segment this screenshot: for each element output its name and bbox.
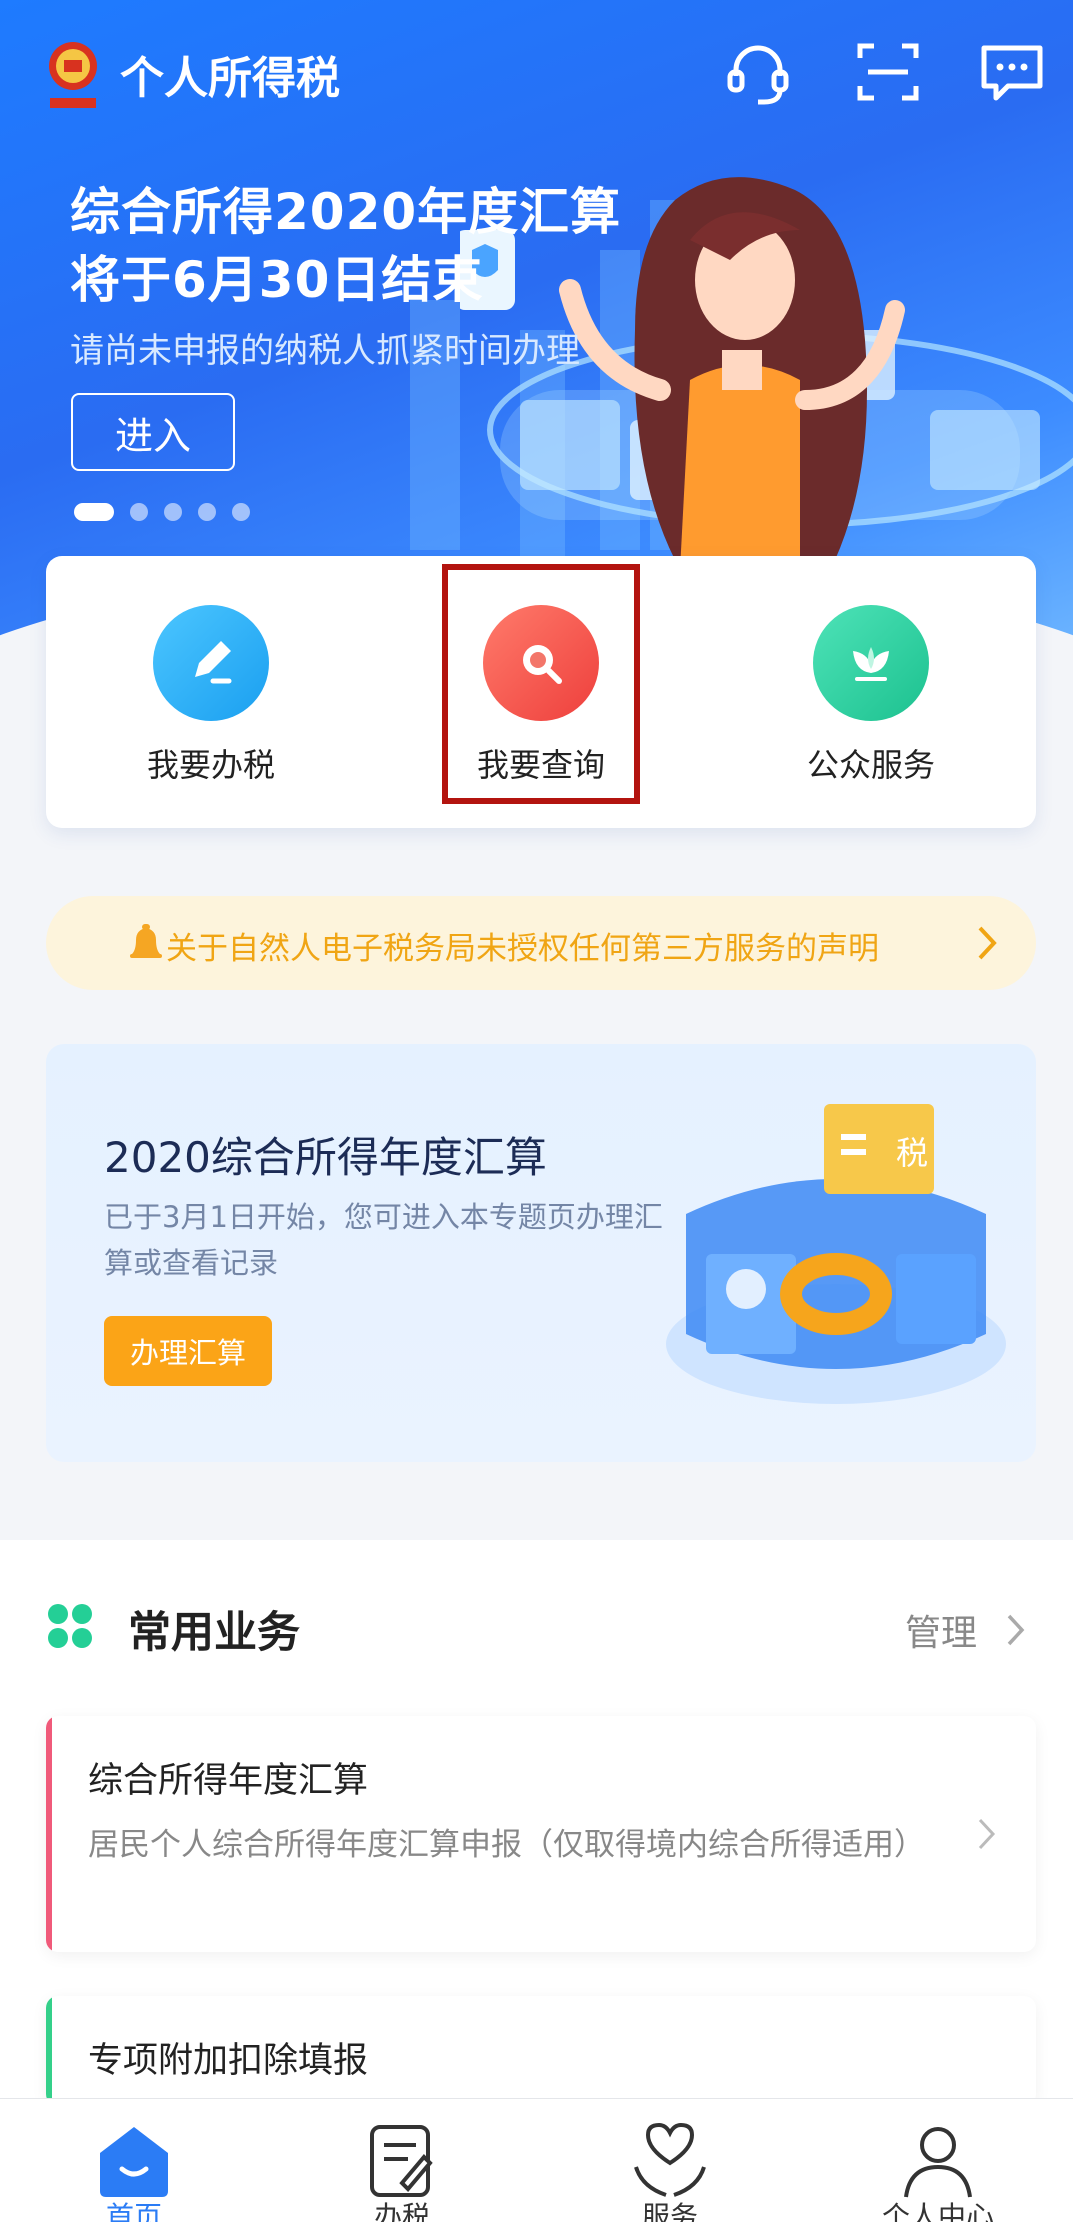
grid-icon <box>48 1604 92 1648</box>
message-icon[interactable] <box>976 36 1048 108</box>
settlement-illustration: 税 <box>666 1104 1006 1404</box>
annual-settlement-card[interactable]: 2020综合所得年度汇算 已于3月1日开始，您可进入本专题页办理汇算或查看记录 … <box>46 1044 1036 1462</box>
section-title: 常用业务 <box>128 1608 300 1658</box>
business-item-title: 综合所得年度汇算 <box>88 1761 369 1801</box>
common-business-section: 常用业务 管理 综合所得年度汇算 居民个人综合所得年度汇算申报（仅取得境内综合所… <box>0 1540 1073 2106</box>
nav-label: 服务 <box>641 2200 698 2222</box>
business-item-title: 专项附加扣除填报 <box>88 2041 369 2081</box>
carousel-dot[interactable] <box>164 503 182 521</box>
carousel-dots[interactable] <box>74 503 250 521</box>
annual-card-description: 已于3月1日开始，您可进入本专题页办理汇算或查看记录 <box>104 1200 663 1280</box>
nav-label: 个人中心 <box>881 2200 994 2222</box>
heart-hands-icon <box>634 2123 706 2197</box>
business-item-description: 居民个人综合所得年度汇算申报（仅取得境内综合所得适用） <box>88 1827 925 1863</box>
pen-icon <box>153 605 269 721</box>
quick-action-label: 我要办税 <box>146 746 275 784</box>
enter-button[interactable]: 进入 <box>71 393 235 471</box>
nav-service[interactable]: 服务 <box>536 2099 804 2222</box>
bottom-nav: 首页 办税 服务 个人中心 <box>0 2098 1073 2222</box>
handle-settlement-button[interactable]: 办理汇算 <box>104 1316 272 1386</box>
app-title: 个人所得税 <box>120 53 340 104</box>
scan-icon[interactable] <box>852 36 924 108</box>
business-item[interactable]: 专项附加扣除填报 <box>46 1996 1036 2106</box>
nav-profile[interactable]: 个人中心 <box>804 2099 1072 2222</box>
nav-tax[interactable]: 办税 <box>268 2099 536 2222</box>
plant-icon <box>813 605 929 721</box>
chevron-right-icon <box>978 1818 996 1850</box>
bell-icon <box>130 924 162 958</box>
quick-action-tax[interactable]: 我要办税 <box>46 556 376 828</box>
business-item-accent <box>46 1996 52 2106</box>
banner-subtitle: 请尚未申报的纳税人抓紧时间办理 <box>70 331 580 371</box>
user-icon <box>904 2127 972 2198</box>
document-icon <box>370 2125 433 2197</box>
headset-icon[interactable] <box>722 36 794 108</box>
quick-action-service[interactable]: 公众服务 <box>706 556 1036 828</box>
carousel-dot[interactable] <box>74 503 114 521</box>
notice-text: 关于自然人电子税务局未授权任何第三方服务的声明 <box>166 931 879 967</box>
chevron-right-icon <box>978 926 997 960</box>
banner-title-line1: 综合所得2020年度汇算 <box>70 183 622 241</box>
carousel-dot[interactable] <box>232 503 250 521</box>
notice-bar[interactable]: 关于自然人电子税务局未授权任何第三方服务的声明 <box>46 896 1036 990</box>
banner-title-line2: 将于6月30日结束 <box>70 251 484 309</box>
carousel-dot[interactable] <box>198 503 216 521</box>
business-item[interactable]: 综合所得年度汇算 居民个人综合所得年度汇算申报（仅取得境内综合所得适用） <box>46 1716 1036 1952</box>
carousel-dot[interactable] <box>130 503 148 521</box>
highlight-box <box>442 564 640 804</box>
home-icon <box>100 2127 168 2197</box>
nav-label: 首页 <box>105 2200 162 2222</box>
quick-action-label: 公众服务 <box>806 746 935 784</box>
nav-label: 办税 <box>373 2200 430 2222</box>
illustration-tax-text: 税 <box>896 1134 928 1172</box>
nav-home[interactable]: 首页 <box>0 2099 268 2222</box>
business-item-accent <box>46 1716 52 1952</box>
chevron-right-icon[interactable] <box>1005 1612 1027 1648</box>
tax-bureau-emblem-icon <box>49 42 97 108</box>
manage-link[interactable]: 管理 <box>905 1604 977 1656</box>
annual-card-title: 2020综合所得年度汇算 <box>104 1133 547 1182</box>
